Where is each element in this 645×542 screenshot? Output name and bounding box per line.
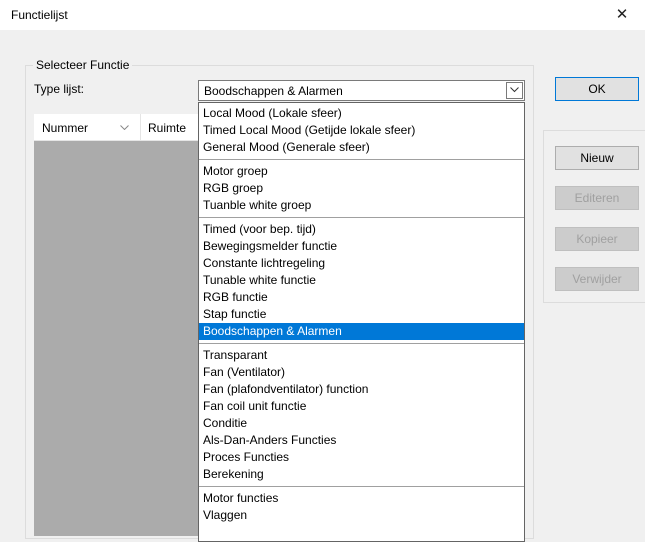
edit-button[interactable]: Editeren [555, 186, 639, 210]
combo-selected-value: Boodschappen & Alarmen [204, 84, 343, 98]
close-icon[interactable]: ✕ [599, 0, 645, 30]
dropdown-item[interactable]: Proces Functies [199, 449, 524, 466]
chevron-down-icon [510, 87, 519, 93]
dropdown-item[interactable]: Boodschappen & Alarmen [199, 323, 524, 340]
dropdown-item[interactable]: Tuanble white groep [199, 197, 524, 214]
dropdown-item[interactable]: Fan coil unit functie [199, 398, 524, 415]
dropdown-item[interactable]: Motor functies [199, 490, 524, 507]
dropdown-separator [199, 486, 524, 487]
dropdown-item[interactable]: Conditie [199, 415, 524, 432]
window-title: Functielijst [11, 8, 68, 22]
dropdown-item[interactable]: Fan (Ventilator) [199, 364, 524, 381]
dropdown-item[interactable]: Timed (voor bep. tijd) [199, 221, 524, 238]
dropdown-item[interactable]: General Mood (Generale sfeer) [199, 139, 524, 156]
dropdown-item[interactable]: Transparant [199, 347, 524, 364]
dropdown-item[interactable]: Motor groep [199, 163, 524, 180]
dropdown-separator [199, 217, 524, 218]
dropdown-item[interactable]: Tunable white functie [199, 272, 524, 289]
function-list-body[interactable] [34, 141, 198, 536]
dropdown-item[interactable]: Stap functie [199, 306, 524, 323]
dropdown-item[interactable]: Constante lichtregeling [199, 255, 524, 272]
column-header-nummer[interactable]: Nummer [42, 121, 88, 135]
list-header: Nummer Ruimte [34, 114, 200, 141]
dropdown-item[interactable]: RGB functie [199, 289, 524, 306]
type-lijst-label: Type lijst: [34, 82, 85, 96]
group-legend: Selecteer Functie [33, 58, 133, 72]
dropdown-item[interactable]: RGB groep [199, 180, 524, 197]
column-separator[interactable] [140, 114, 141, 140]
ok-button[interactable]: OK [555, 77, 639, 101]
dropdown-item[interactable]: Local Mood (Lokale sfeer) [199, 105, 524, 122]
dropdown-item[interactable]: Bewegingsmelder functie [199, 238, 524, 255]
title-bar: Functielijst ✕ [0, 0, 645, 30]
type-lijst-dropdown-list[interactable]: Local Mood (Lokale sfeer) Timed Local Moo… [198, 102, 525, 542]
delete-button[interactable]: Verwijder [555, 267, 639, 291]
dropdown-item[interactable]: Fan (plafondventilator) function [199, 381, 524, 398]
dropdown-item[interactable]: Vlaggen [199, 507, 524, 524]
dropdown-separator [199, 343, 524, 344]
dropdown-item[interactable]: Berekening [199, 466, 524, 483]
dropdown-item[interactable]: Als-Dan-Anders Functies [199, 432, 524, 449]
column-header-ruimte[interactable]: Ruimte [148, 121, 186, 135]
type-lijst-combobox[interactable]: Boodschappen & Alarmen [198, 80, 525, 101]
sort-down-icon [120, 125, 129, 130]
combo-dropdown-button[interactable] [506, 82, 523, 99]
dropdown-item[interactable]: Timed Local Mood (Getijde lokale sfeer) [199, 122, 524, 139]
dropdown-separator [199, 159, 524, 160]
new-button[interactable]: Nieuw [555, 146, 639, 170]
copy-button[interactable]: Kopieer [555, 227, 639, 251]
